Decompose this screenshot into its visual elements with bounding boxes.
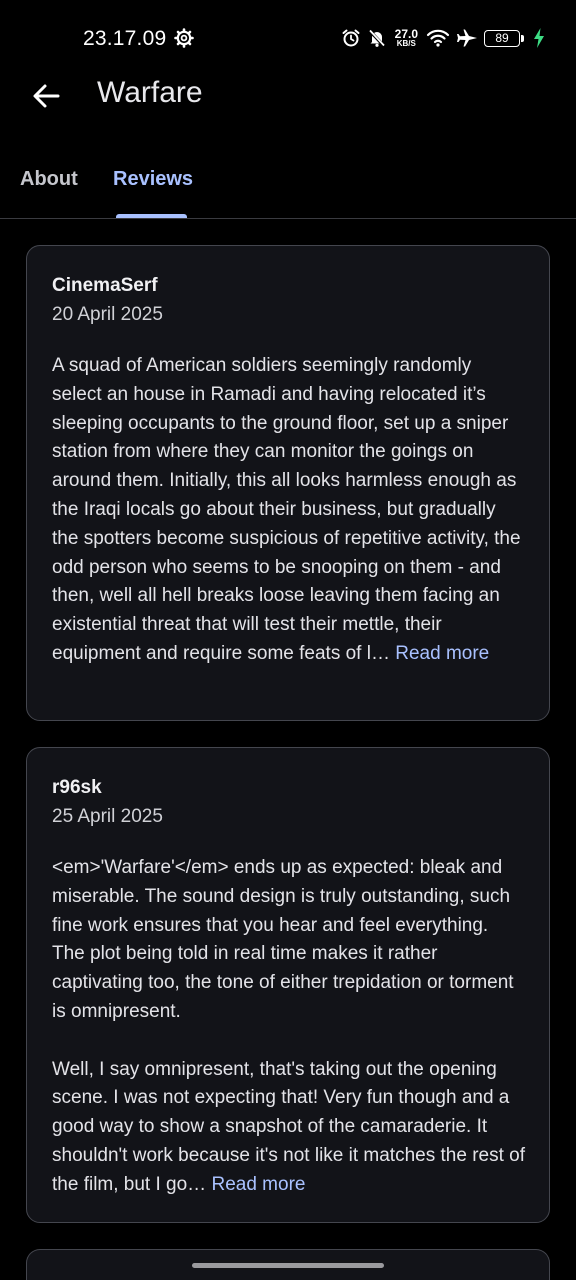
- tab-bar: About Reviews: [0, 150, 576, 219]
- network-speed: 27.0 KB/S: [395, 28, 418, 48]
- tab-about[interactable]: About: [20, 168, 78, 191]
- tab-reviews[interactable]: Reviews: [113, 168, 193, 191]
- read-more-link[interactable]: Read more: [395, 643, 489, 664]
- page-title: Warfare: [97, 76, 203, 109]
- review-card[interactable]: r96sk 25 April 2025 <em>'Warfare'</em> e…: [26, 747, 550, 1223]
- battery-indicator: 89: [484, 29, 524, 47]
- read-more-link[interactable]: Read more: [211, 1174, 305, 1195]
- review-card[interactable]: CinemaSerf 20 April 2025 A squad of Amer…: [26, 245, 550, 721]
- gesture-navigation-bar[interactable]: [192, 1263, 384, 1268]
- airplane-mode-icon: [456, 28, 478, 48]
- network-speed-unit: KB/S: [396, 39, 416, 48]
- review-paragraph: <em>'Warfare'</em> ends up as expected: …: [52, 857, 514, 1022]
- review-text: A squad of American soldiers seemingly r…: [52, 355, 521, 664]
- status-bar: 23.17.09 27.0 KB/S 89: [0, 0, 576, 78]
- review-paragraph: Well, I say omnipresent, that's taking o…: [52, 1056, 525, 1200]
- review-author: CinemaSerf: [52, 275, 158, 296]
- review-date: 20 April 2025: [52, 304, 163, 325]
- app-bar: Warfare: [0, 76, 576, 148]
- status-time: 23.17.09: [83, 27, 167, 50]
- review-paragraph: A squad of American soldiers seemingly r…: [52, 352, 525, 669]
- review-author: r96sk: [52, 777, 102, 798]
- review-body: <em>'Warfare'</em> ends up as expected: …: [52, 854, 525, 1200]
- arrow-back-icon: [31, 81, 61, 116]
- charging-bolt-icon: [533, 28, 545, 53]
- review-date: 25 April 2025: [52, 806, 163, 827]
- tab-selected-indicator: [116, 214, 187, 218]
- alarm-icon: [341, 28, 361, 48]
- settings-gear-icon: [174, 28, 194, 48]
- back-button[interactable]: [22, 74, 70, 122]
- review-body: A squad of American soldiers seemingly r…: [52, 352, 525, 669]
- wifi-icon: [426, 28, 450, 48]
- battery-level: 89: [495, 31, 509, 45]
- notifications-off-icon: [367, 28, 387, 48]
